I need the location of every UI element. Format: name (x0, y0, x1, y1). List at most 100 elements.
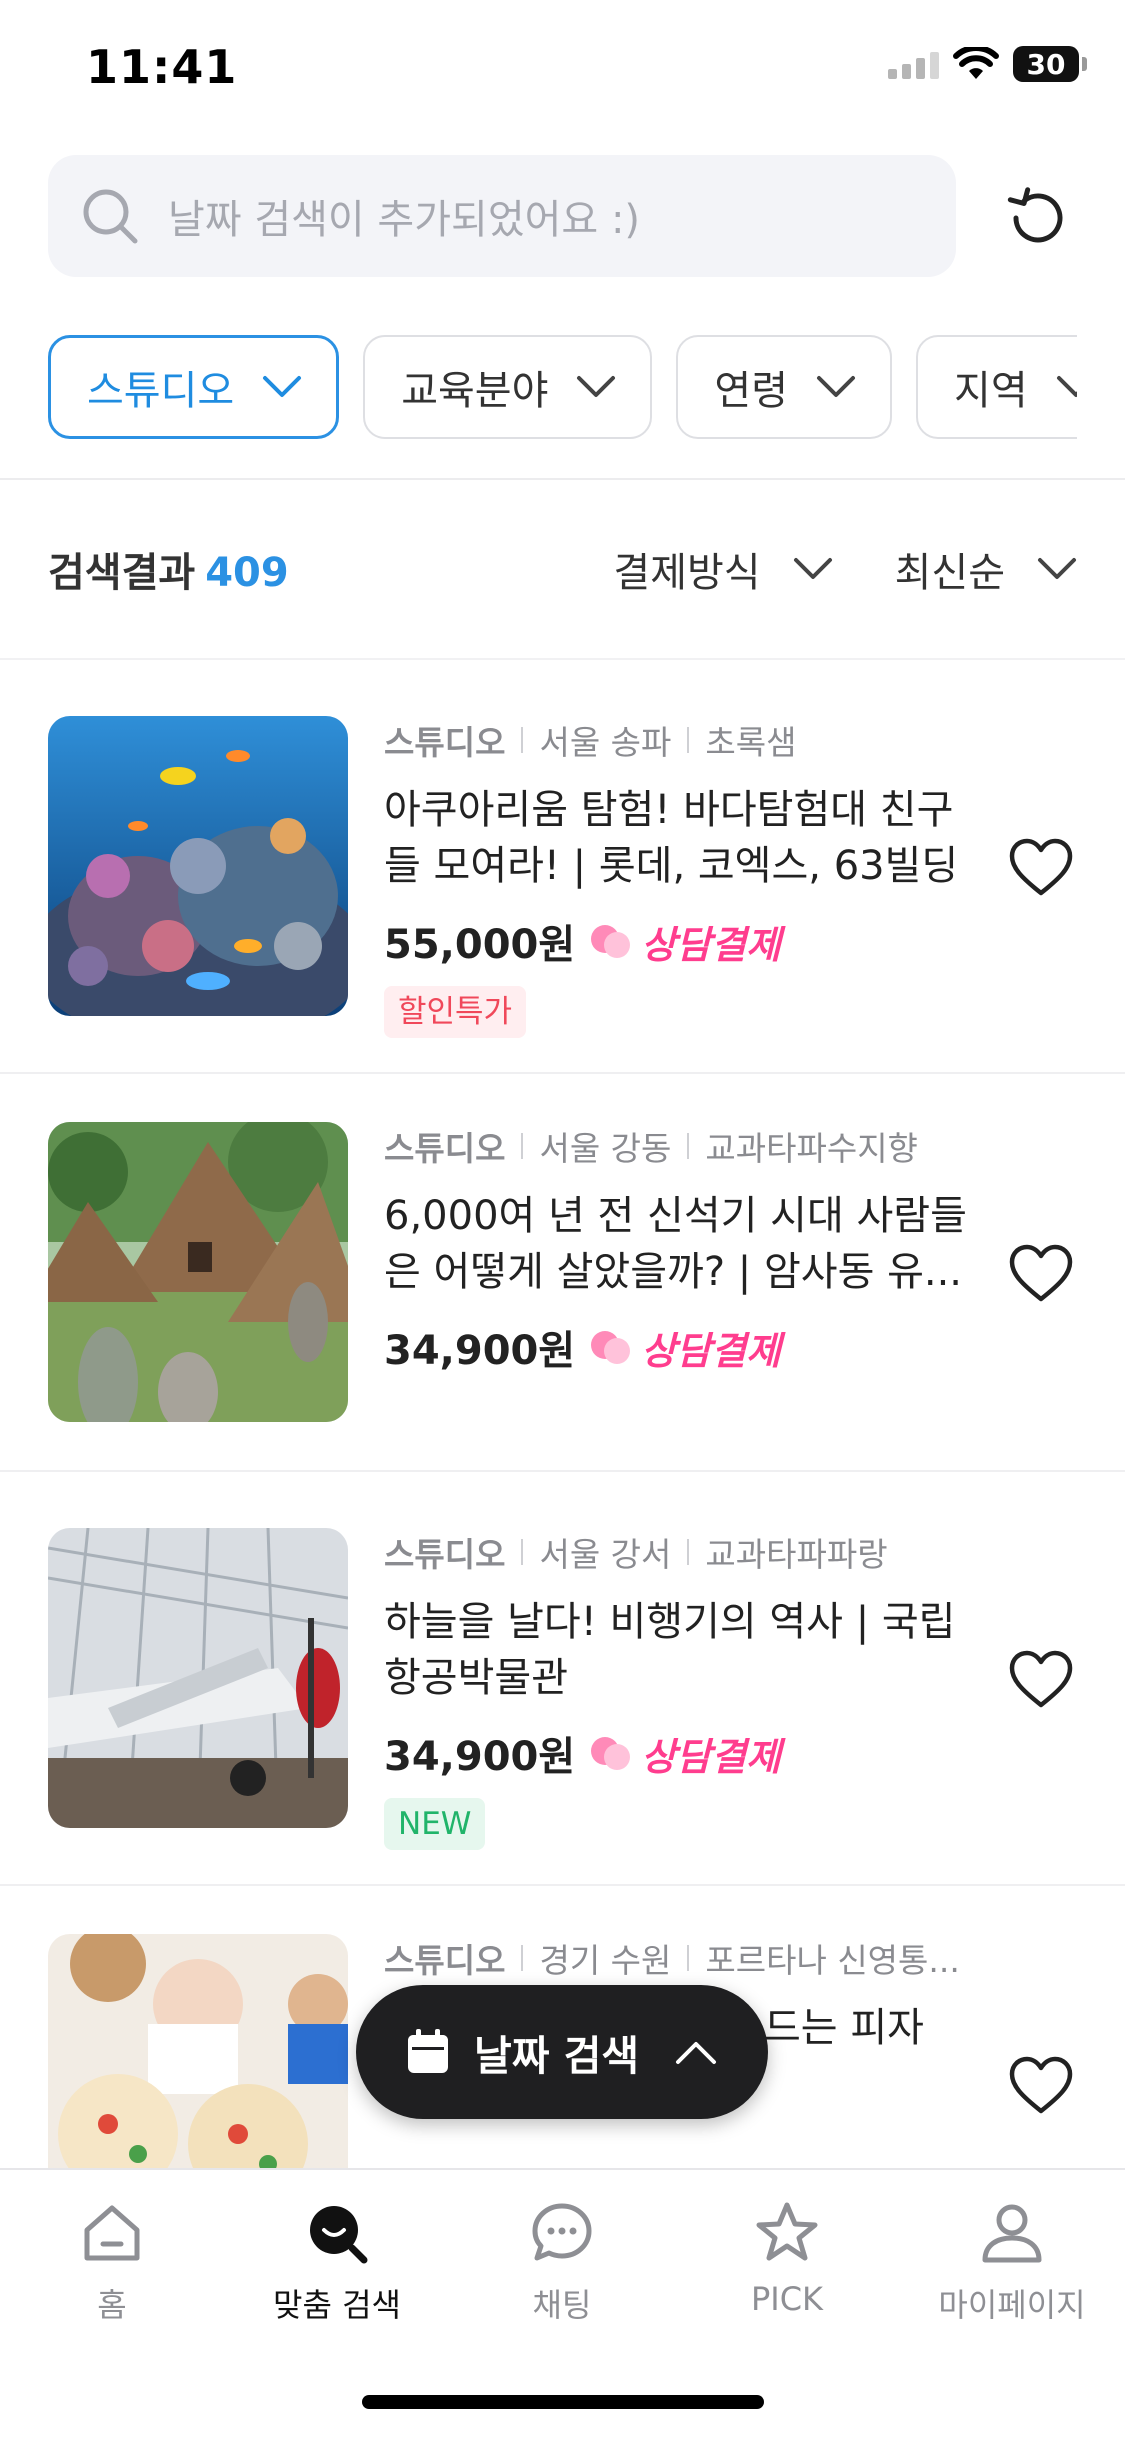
chat-bubbles-icon (591, 1737, 631, 1770)
sort-controls: 결제방식 최신순 (613, 540, 1077, 598)
calendar-icon (408, 2029, 448, 2073)
consult-payment: 상담결제 (589, 914, 781, 969)
consult-payment: 상담결제 (589, 1320, 781, 1375)
filter-chip-education-field[interactable]: 교육분야 (363, 335, 653, 439)
chevron-down-icon (1038, 558, 1076, 579)
listing-meta: 스튜디오 서울 강동 교과타파수지향 (384, 1122, 984, 1170)
listing-region: 서울 송파 (539, 723, 672, 762)
listing-thumbnail-aviation[interactable] (48, 1528, 348, 1828)
listing-provider: 초록샘 (705, 723, 797, 762)
results-count: 409 (205, 550, 289, 596)
listing-thumbnail-neolithic[interactable] (48, 1122, 348, 1422)
nav-item-pick[interactable]: PICK (687, 2200, 887, 2318)
nav-item-my-page[interactable]: 마이페이지 (912, 2200, 1112, 2326)
star-icon (756, 2202, 818, 2261)
listing-provider: 포르타나 신영통... (705, 1941, 960, 1980)
listing-card[interactable]: 스튜디오 서울 강동 교과타파수지향 6,000여 년 전 신석기 시대 사람들… (0, 1074, 1125, 1470)
listing-region: 경기 수원 (539, 1941, 672, 1980)
price-row: 34,900원 상담결제 (384, 1318, 984, 1376)
filter-chip-label: 지역 (954, 368, 1028, 414)
payment-method-label: 결제방식 (613, 550, 761, 596)
nav-label: 홈 (97, 2286, 127, 2324)
search-icon (83, 189, 138, 244)
listing-price: 34,900원 (384, 1734, 576, 1780)
search-input[interactable]: 날짜 검색이 추가되었어요 :) (48, 155, 956, 277)
listing-body: 스튜디오 서울 강서 교과타파파랑 하늘을 날다! 비행기의 역사 | 국립항공… (384, 1528, 984, 1850)
chevron-up-icon (676, 2042, 717, 2064)
chevron-down-icon (263, 376, 302, 397)
status-bar: 11:41 30 (0, 0, 1125, 135)
sort-order-label: 최신순 (894, 550, 1005, 596)
filter-chip-label: 연령 (714, 368, 789, 414)
heart-icon[interactable] (1008, 838, 1074, 898)
refresh-icon[interactable] (1000, 180, 1076, 256)
sale-badge: 할인특가 (384, 986, 527, 1038)
wifi-icon (953, 47, 999, 79)
consult-payment-label: 상담결제 (641, 1328, 781, 1373)
filter-chip-label: 스튜디오 (87, 368, 235, 414)
listing-body: 스튜디오 서울 강동 교과타파수지향 6,000여 년 전 신석기 시대 사람들… (384, 1122, 984, 1376)
listing-type: 스튜디오 (384, 1535, 506, 1574)
consult-payment: 상담결제 (589, 1726, 781, 1781)
listing-title[interactable]: 6,000여 년 전 신석기 시대 사람들은 어떻게 살았을까? | 암사동 유… (384, 1188, 984, 1300)
chat-bubbles-icon (591, 1331, 631, 1364)
price-row: 55,000원 상담결제 (384, 912, 984, 970)
battery-icon: 30 (1013, 46, 1087, 82)
person-icon (982, 2204, 1042, 2263)
search-placeholder: 날짜 검색이 추가되었어요 :) (168, 197, 641, 243)
listing-region: 서울 강서 (539, 1535, 672, 1574)
date-search-label: 날짜 검색 (474, 2032, 640, 2080)
chevron-down-icon (577, 376, 616, 397)
consult-payment-label: 상담결제 (641, 922, 781, 967)
heart-icon[interactable] (1008, 1650, 1074, 1710)
listing-type: 스튜디오 (384, 1941, 506, 1980)
listing-body: 스튜디오 서울 송파 초록샘 아쿠아리움 탐험! 바다탐험대 친구들 모여라! … (384, 716, 984, 1038)
nav-label: PICK (750, 2280, 824, 2318)
listing-provider: 교과타파수지향 (705, 1129, 918, 1168)
listing-thumbnail-pizza[interactable] (48, 1934, 348, 2168)
custom-search-icon (310, 2206, 368, 2264)
filter-chips: 스튜디오 교육분야 연령 지역 (48, 335, 1077, 445)
heart-icon[interactable] (1008, 1244, 1074, 1304)
heart-icon[interactable] (1008, 2056, 1074, 2116)
listing-meta: 스튜디오 경기 수원 포르타나 신영통... (384, 1934, 984, 1982)
filter-chip-studio[interactable]: 스튜디오 (48, 335, 340, 439)
payment-method-dropdown[interactable]: 결제방식 (613, 540, 832, 598)
chevron-down-icon (817, 376, 856, 397)
listing-title[interactable]: 아쿠아리움 탐험! 바다탐험대 친구들 모여라! | 롯데, 코엑스, 63빌딩 (384, 782, 984, 894)
filter-chip-region[interactable]: 지역 (916, 335, 1077, 439)
consult-payment-label: 상담결제 (641, 1734, 781, 1779)
cellular-signal-icon (888, 49, 939, 79)
nav-item-custom-search[interactable]: 맞춤 검색 (237, 2200, 437, 2326)
price-row: 34,900원 상담결제 (384, 1724, 984, 1782)
nav-label: 마이페이지 (938, 2286, 1086, 2324)
filter-chip-label: 교육분야 (401, 368, 549, 414)
date-search-button[interactable]: 날짜 검색 (356, 1985, 768, 2119)
nav-label: 맞춤 검색 (273, 2286, 401, 2324)
listing-type: 스튜디오 (384, 723, 506, 762)
filter-chip-age[interactable]: 연령 (676, 335, 893, 439)
listing-meta: 스튜디오 서울 강서 교과타파파랑 (384, 1528, 984, 1576)
results-label: 검색결과 (48, 550, 196, 596)
listing-thumbnail-aquarium[interactable] (48, 716, 348, 1016)
battery-level: 30 (1026, 47, 1066, 81)
chevron-down-icon (793, 558, 832, 579)
results-summary: 검색결과 409 (48, 540, 289, 598)
home-icon (84, 2205, 140, 2261)
home-indicator (362, 2395, 764, 2409)
listing-title[interactable]: 하늘을 날다! 비행기의 역사 | 국립항공박물관 (384, 1594, 984, 1706)
listing-card[interactable]: 스튜디오 서울 강서 교과타파파랑 하늘을 날다! 비행기의 역사 | 국립항공… (0, 1472, 1125, 1884)
status-time: 11:41 (86, 40, 238, 94)
listing-provider: 교과타파파랑 (705, 1535, 888, 1574)
divider (0, 478, 1125, 480)
nav-item-home[interactable]: 홈 (12, 2200, 212, 2326)
nav-label: 채팅 (532, 2286, 592, 2324)
listing-price: 55,000원 (384, 922, 576, 968)
chat-icon (532, 2203, 592, 2261)
chat-bubbles-icon (591, 925, 631, 958)
listing-meta: 스튜디오 서울 송파 초록샘 (384, 716, 984, 764)
listing-region: 서울 강동 (539, 1129, 672, 1168)
nav-item-chat[interactable]: 채팅 (462, 2200, 662, 2326)
listing-card[interactable]: 스튜디오 서울 송파 초록샘 아쿠아리움 탐험! 바다탐험대 친구들 모여라! … (0, 660, 1125, 1072)
sort-order-dropdown[interactable]: 최신순 (895, 540, 1077, 598)
